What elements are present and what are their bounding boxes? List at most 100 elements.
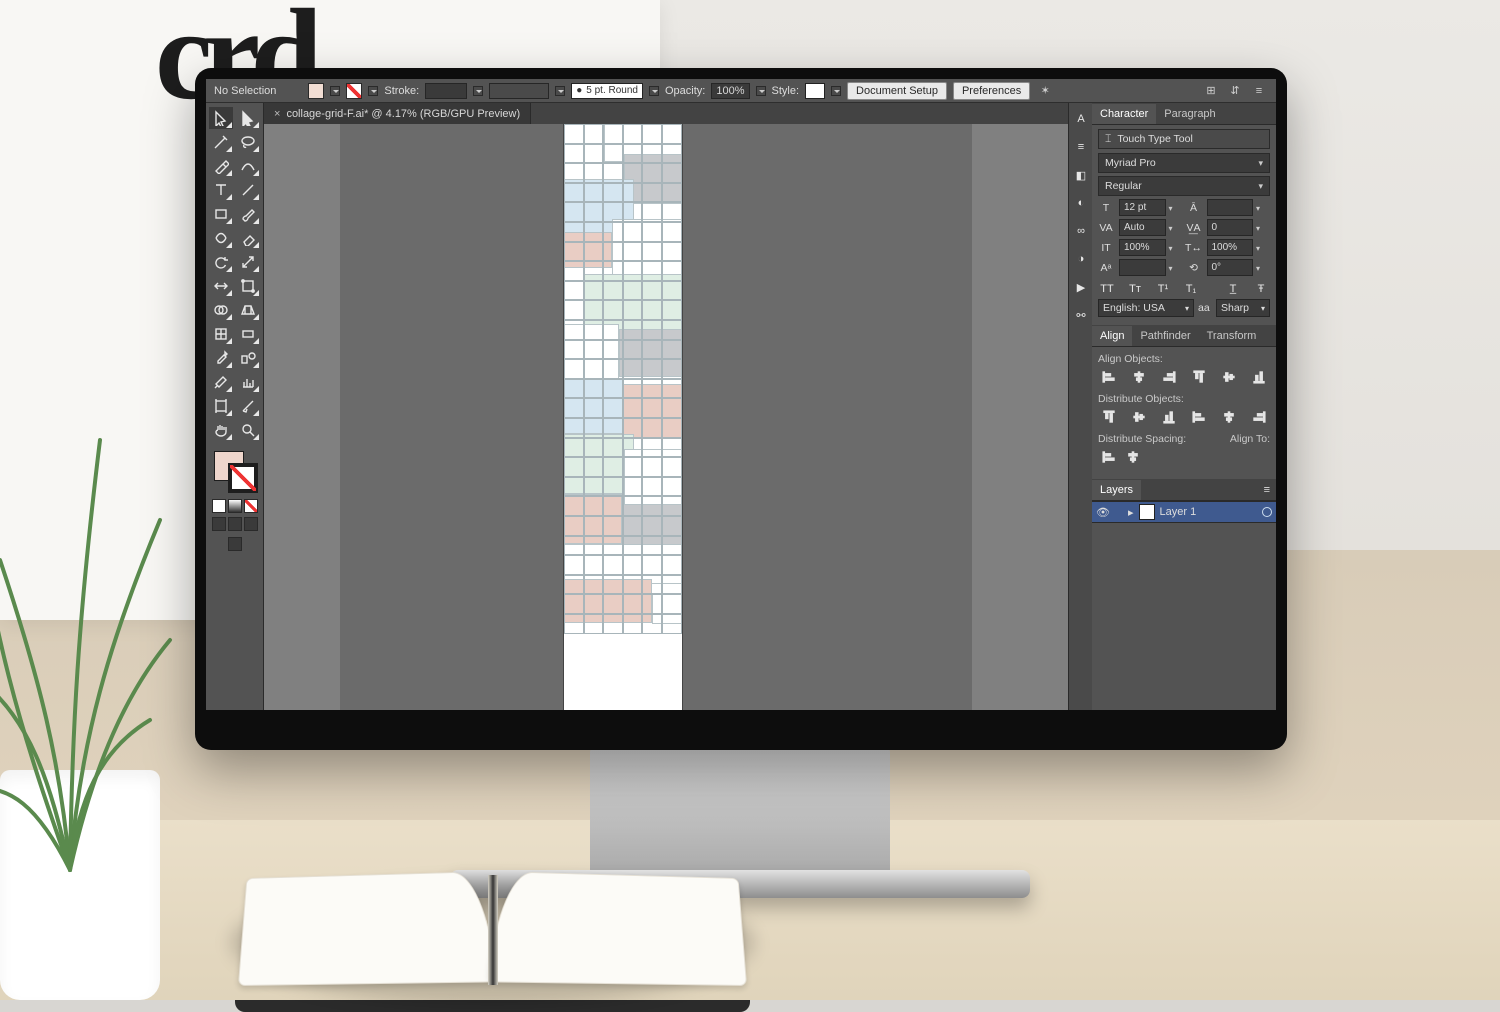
rotation-field[interactable]: 0° bbox=[1207, 259, 1254, 276]
slice-tool[interactable] bbox=[236, 395, 260, 417]
graph-tool[interactable] bbox=[236, 371, 260, 393]
magic-wand-tool[interactable] bbox=[209, 131, 233, 153]
opacity-dropdown[interactable] bbox=[756, 86, 766, 96]
actions-icon[interactable]: ▶ bbox=[1071, 277, 1091, 297]
anti-alias-select[interactable]: Sharp bbox=[1216, 299, 1270, 317]
paintbrush-tool[interactable] bbox=[236, 203, 260, 225]
tab-align[interactable]: Align bbox=[1092, 326, 1132, 346]
all-caps-icon[interactable]: TT bbox=[1098, 282, 1116, 296]
underline-icon[interactable]: T̲ bbox=[1224, 282, 1242, 296]
subscript-icon[interactable]: T₁ bbox=[1182, 282, 1200, 296]
tab-pathfinder[interactable]: Pathfinder bbox=[1132, 326, 1198, 346]
rotate-tool[interactable] bbox=[209, 251, 233, 273]
hscale-field[interactable]: 100% bbox=[1207, 239, 1254, 256]
free-transform-tool[interactable] bbox=[236, 275, 260, 297]
eraser-tool[interactable] bbox=[236, 227, 260, 249]
touch-type-button[interactable]: ⌶ Touch Type Tool bbox=[1098, 129, 1270, 149]
draw-behind[interactable] bbox=[228, 517, 242, 531]
line-tool[interactable] bbox=[236, 179, 260, 201]
language-select[interactable]: English: USA bbox=[1098, 299, 1194, 317]
shape-builder-tool[interactable] bbox=[209, 299, 233, 321]
opacity-field[interactable]: 100% bbox=[711, 83, 749, 99]
swatches-icon[interactable]: ◧ bbox=[1071, 165, 1091, 185]
font-family-select[interactable]: Myriad Pro bbox=[1098, 153, 1270, 173]
fill-dropdown[interactable] bbox=[330, 86, 340, 96]
stroke-color-box[interactable] bbox=[228, 463, 258, 493]
spacing-hl[interactable] bbox=[1100, 449, 1118, 465]
kerning-field[interactable]: Auto bbox=[1119, 219, 1166, 236]
layers-menu-icon[interactable]: ≡ bbox=[1264, 484, 1276, 496]
links-icon[interactable]: ⚯ bbox=[1071, 305, 1091, 325]
align-hc[interactable] bbox=[1130, 369, 1148, 385]
gradient-tool[interactable] bbox=[236, 323, 260, 345]
strikethrough-icon[interactable]: Ŧ bbox=[1252, 282, 1270, 296]
rectangle-tool[interactable] bbox=[209, 203, 233, 225]
tab-paragraph[interactable]: Paragraph bbox=[1156, 104, 1223, 124]
vsp-field[interactable] bbox=[489, 83, 549, 99]
vscale-field[interactable]: 100% bbox=[1119, 239, 1166, 256]
distribute-hl[interactable] bbox=[1190, 409, 1208, 425]
visibility-icon[interactable]: 👁 bbox=[1096, 506, 1110, 519]
color-icon[interactable]: ◐ bbox=[1071, 193, 1091, 213]
superscript-icon[interactable]: T¹ bbox=[1154, 282, 1172, 296]
font-size-field[interactable]: 12 pt bbox=[1119, 199, 1166, 216]
lasso-tool[interactable] bbox=[236, 131, 260, 153]
distribute-hr[interactable] bbox=[1250, 409, 1268, 425]
color-mode-solid[interactable] bbox=[212, 499, 226, 513]
draw-normal[interactable] bbox=[212, 517, 226, 531]
distribute-hc[interactable] bbox=[1220, 409, 1238, 425]
distribute-vb[interactable] bbox=[1160, 409, 1178, 425]
tab-transform[interactable]: Transform bbox=[1199, 326, 1265, 346]
leading-field[interactable] bbox=[1207, 199, 1254, 216]
width-tool[interactable] bbox=[209, 275, 233, 297]
preferences-button[interactable]: Preferences bbox=[953, 82, 1030, 100]
spacing-hc[interactable] bbox=[1124, 449, 1142, 465]
artboard[interactable] bbox=[564, 124, 682, 710]
tracking-field[interactable]: 0 bbox=[1207, 219, 1254, 236]
align-vc[interactable] bbox=[1220, 369, 1238, 385]
stroke-dropdown[interactable] bbox=[368, 86, 378, 96]
screen-mode[interactable] bbox=[228, 537, 242, 551]
brush-dropdown[interactable] bbox=[649, 86, 659, 96]
align-vt[interactable] bbox=[1190, 369, 1208, 385]
style-dropdown[interactable] bbox=[831, 86, 841, 96]
draw-inside[interactable] bbox=[244, 517, 258, 531]
dock-expand-icon[interactable]: ⊞ bbox=[1202, 83, 1220, 99]
artboard-tool[interactable] bbox=[209, 395, 233, 417]
canvas-area[interactable] bbox=[264, 124, 1068, 710]
layer-row[interactable]: 👁 ▸ Layer 1 bbox=[1092, 501, 1276, 523]
symbol-sprayer-tool[interactable] bbox=[209, 371, 233, 393]
fill-swatch[interactable] bbox=[308, 83, 324, 99]
layer-target-icon[interactable] bbox=[1262, 507, 1272, 517]
appearance-icon[interactable]: ◑ bbox=[1071, 249, 1091, 269]
distribute-vc[interactable] bbox=[1130, 409, 1148, 425]
mesh-tool[interactable] bbox=[209, 323, 233, 345]
panel-menu-icon[interactable]: ≡ bbox=[1250, 83, 1268, 99]
pen-tool[interactable] bbox=[209, 155, 233, 177]
stroke-weight-field[interactable] bbox=[425, 83, 467, 99]
close-tab-icon[interactable]: × bbox=[274, 108, 280, 120]
hand-tool[interactable] bbox=[209, 419, 233, 441]
align-flyout-icon[interactable]: ✶ bbox=[1036, 83, 1054, 99]
color-mode-none[interactable] bbox=[244, 499, 258, 513]
zoom-tool[interactable] bbox=[236, 419, 260, 441]
vsp-dropdown[interactable] bbox=[555, 86, 565, 96]
distribute-vt[interactable] bbox=[1100, 409, 1118, 425]
color-mode-gradient[interactable] bbox=[228, 499, 242, 513]
type-tool[interactable] bbox=[209, 179, 233, 201]
shaper-tool[interactable] bbox=[209, 227, 233, 249]
align-hl[interactable] bbox=[1100, 369, 1118, 385]
fill-stroke-control[interactable] bbox=[210, 447, 260, 495]
scale-tool[interactable] bbox=[236, 251, 260, 273]
brush-preview[interactable]: ● 5 pt. Round bbox=[571, 83, 643, 99]
tab-character[interactable]: Character bbox=[1092, 104, 1156, 124]
font-style-select[interactable]: Regular bbox=[1098, 176, 1270, 196]
stroke-weight-dropdown[interactable] bbox=[473, 86, 483, 96]
arrange-icon[interactable]: ⇵ bbox=[1226, 83, 1244, 99]
cc-libraries-icon[interactable]: ∞ bbox=[1071, 221, 1091, 241]
align-vb[interactable] bbox=[1250, 369, 1268, 385]
eyedropper-tool[interactable] bbox=[209, 347, 233, 369]
perspective-tool[interactable] bbox=[236, 299, 260, 321]
style-swatch[interactable] bbox=[805, 83, 825, 99]
baseline-field[interactable] bbox=[1119, 259, 1166, 276]
